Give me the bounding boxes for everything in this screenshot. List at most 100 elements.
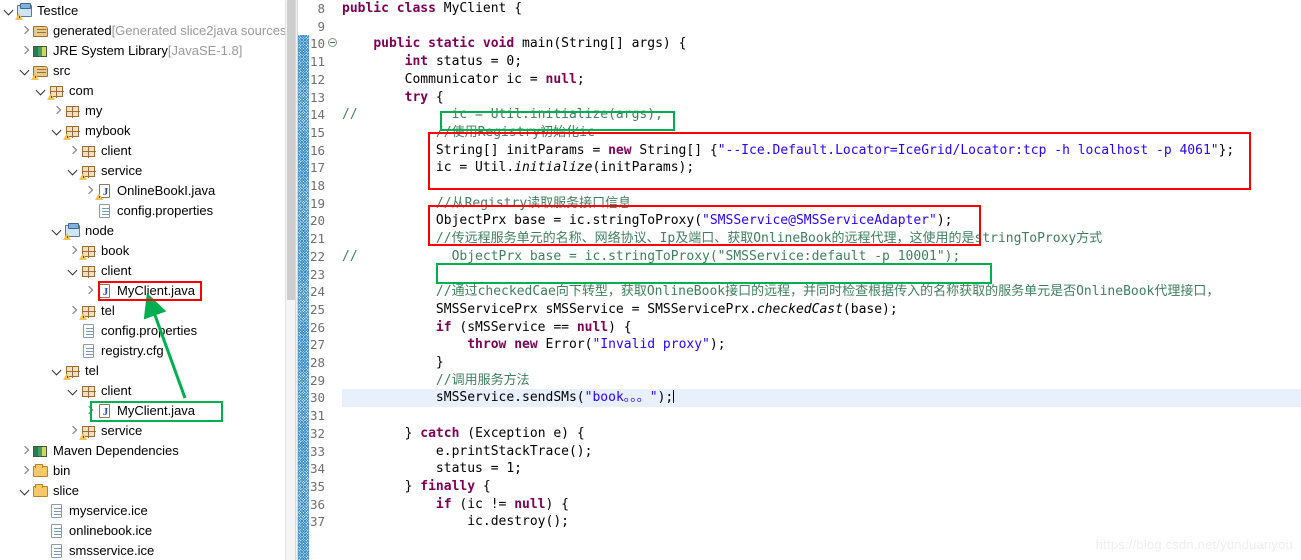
tree-item-label: smsservice.ice <box>69 543 155 558</box>
tree-item-testice[interactable]: TestIce <box>0 1 295 21</box>
code-token: ; <box>576 71 585 87</box>
code-token: ic.destroy(); <box>342 514 569 530</box>
tree-item-registry-cfg[interactable]: registry.cfg <box>0 341 295 361</box>
code-token: } <box>342 355 444 370</box>
tree-item-myclient-java[interactable]: MyClient.java <box>0 281 295 301</box>
tree-item-label: bin <box>53 463 71 478</box>
tree-item-client[interactable]: client <box>0 261 295 281</box>
code-line: String[] initParams = new String[] {"--I… <box>342 142 1301 160</box>
tree-item-client[interactable]: client <box>0 381 295 401</box>
tree-item-config-properties[interactable]: config.properties <box>0 201 295 221</box>
code-token: "SMSService@SMSServiceAdapter" <box>702 213 937 229</box>
tree-item-maven-dependencies[interactable]: Maven Dependencies <box>0 441 295 461</box>
code-editor[interactable]: 8 9 10 11 12 13 14 15 16 17 18 19 20 21 22 23 24 25 26 27 28… <box>298 0 1301 560</box>
file-icon-shape <box>51 544 62 558</box>
tree-item-client[interactable]: client <box>0 141 295 161</box>
chevron-right-icon[interactable] <box>19 41 32 61</box>
tree-item-service[interactable]: service <box>0 161 295 181</box>
tree-item-service[interactable]: service <box>0 421 295 441</box>
file-icon-shape <box>99 204 110 218</box>
chevron-right-icon[interactable] <box>19 441 32 461</box>
explorer-scrollbar[interactable] <box>285 0 295 560</box>
chevron-down-icon[interactable] <box>67 261 80 281</box>
tree-item-label: tel <box>85 363 99 378</box>
code-line: e.printStackTrace(); <box>342 443 1301 461</box>
warning-badge-icon <box>79 253 87 260</box>
warning-badge-icon <box>63 133 71 140</box>
tree-item-sublabel: [Generated slice2java sources] <box>111 23 291 38</box>
tree-item-book[interactable]: book <box>0 241 295 261</box>
tree-item-com[interactable]: com <box>0 81 295 101</box>
explorer-scrollbar-thumb[interactable] <box>287 0 295 300</box>
tree-item-label: book <box>101 243 130 258</box>
tree-item-label: Maven Dependencies <box>53 443 179 458</box>
chevron-right-icon[interactable] <box>83 401 96 421</box>
tree-item-label: MyClient.java <box>117 403 196 418</box>
tree-item-tel[interactable]: tel <box>0 361 295 381</box>
tree-item-smsservice-ice[interactable]: smsservice.ice <box>0 541 295 560</box>
ide-window: TestIce generated [Generated slice2java s… <box>0 0 1301 560</box>
tree-item-tel[interactable]: tel <box>0 301 295 321</box>
code-line: //从Registry读取服务接口信息 <box>342 195 1301 213</box>
tree-item-src[interactable]: src <box>0 61 295 81</box>
chevron-right-icon[interactable] <box>83 281 96 301</box>
tree-item-jre-system-library[interactable]: JRE System Library [JavaSE-1.8] <box>0 41 295 61</box>
code-line: // ic = Util.initialize(args); <box>342 106 1301 124</box>
tree-item-myclient-java[interactable]: MyClient.java <box>0 401 295 421</box>
chevron-right-icon[interactable] <box>19 461 32 481</box>
code-token: try <box>404 89 429 105</box>
code-token: String[] initParams = <box>342 142 609 158</box>
chevron-down-icon[interactable] <box>19 481 32 501</box>
chevron-right-icon[interactable] <box>51 101 64 121</box>
tree-item-generated[interactable]: generated [Generated slice2java sources] <box>0 21 295 41</box>
code-token: { <box>482 478 491 494</box>
file-icon <box>48 503 66 519</box>
tree-item-myservice-ice[interactable]: myservice.ice <box>0 501 295 521</box>
fold-collapse-icon[interactable] <box>327 35 338 53</box>
chevron-right-icon[interactable] <box>67 141 80 161</box>
code-token: //从Registry读取服务接口信息 <box>342 195 632 211</box>
package-icon <box>47 83 66 100</box>
tree-item-label: client <box>101 263 132 278</box>
code-token: ) { <box>608 319 632 335</box>
chevron-down-icon[interactable] <box>67 381 80 401</box>
tree-item-label: client <box>101 143 132 158</box>
code-token: MyClient { <box>443 1 523 16</box>
warning-badge-icon <box>79 313 87 320</box>
code-token: ObjectPrx base = ic.stringToProxy( <box>342 213 703 229</box>
package-icon-shape <box>82 146 96 158</box>
code-token: ); <box>657 390 674 406</box>
folder-icon-shape <box>33 484 48 497</box>
tree-item-label: onlinebook.ice <box>69 523 153 538</box>
code-token: Communicator ic = <box>342 71 546 87</box>
tree-item-my[interactable]: my <box>0 101 295 121</box>
tree-item-bin[interactable]: bin <box>0 461 295 481</box>
code-token: //使用Registry初始化ic <box>342 124 595 140</box>
code-token: } <box>342 478 421 494</box>
tree-item-onlinebook-ice[interactable]: onlinebook.ice <box>0 521 295 541</box>
code-token: //通过checkedCae向下转型，获取OnlineBook接口的远程，并同时… <box>342 284 1220 300</box>
code-token: class <box>396 1 444 16</box>
code-token: String[] { <box>639 142 718 158</box>
tree-item-config-properties[interactable]: config.properties <box>0 321 295 341</box>
tree-item-slice[interactable]: slice <box>0 481 295 501</box>
project-icon <box>63 223 82 240</box>
line-number: 9 <box>317 18 325 34</box>
project-tree[interactable]: TestIce generated [Generated slice2java s… <box>0 0 295 560</box>
code-token: status = 0; <box>435 54 523 70</box>
code-token: "--Ice.Default.Locator=IceGrid/Locator:t… <box>717 142 1219 158</box>
code-token: (Exception e) { <box>467 425 585 441</box>
package-explorer-panel[interactable]: TestIce generated [Generated slice2java s… <box>0 0 295 560</box>
tree-item-onlinebooki-java[interactable]: OnlineBookI.java <box>0 181 295 201</box>
tree-item-node[interactable]: node <box>0 221 295 241</box>
chevron-right-icon[interactable] <box>19 21 32 41</box>
warning-badge-icon <box>79 433 87 440</box>
code-token: ic = Util.initialize(args); <box>357 107 663 123</box>
tree-item-mybook[interactable]: mybook <box>0 121 295 141</box>
tree-item-label: my <box>85 103 103 118</box>
code-text-area[interactable]: public class MyClient { public static vo… <box>342 0 1301 560</box>
